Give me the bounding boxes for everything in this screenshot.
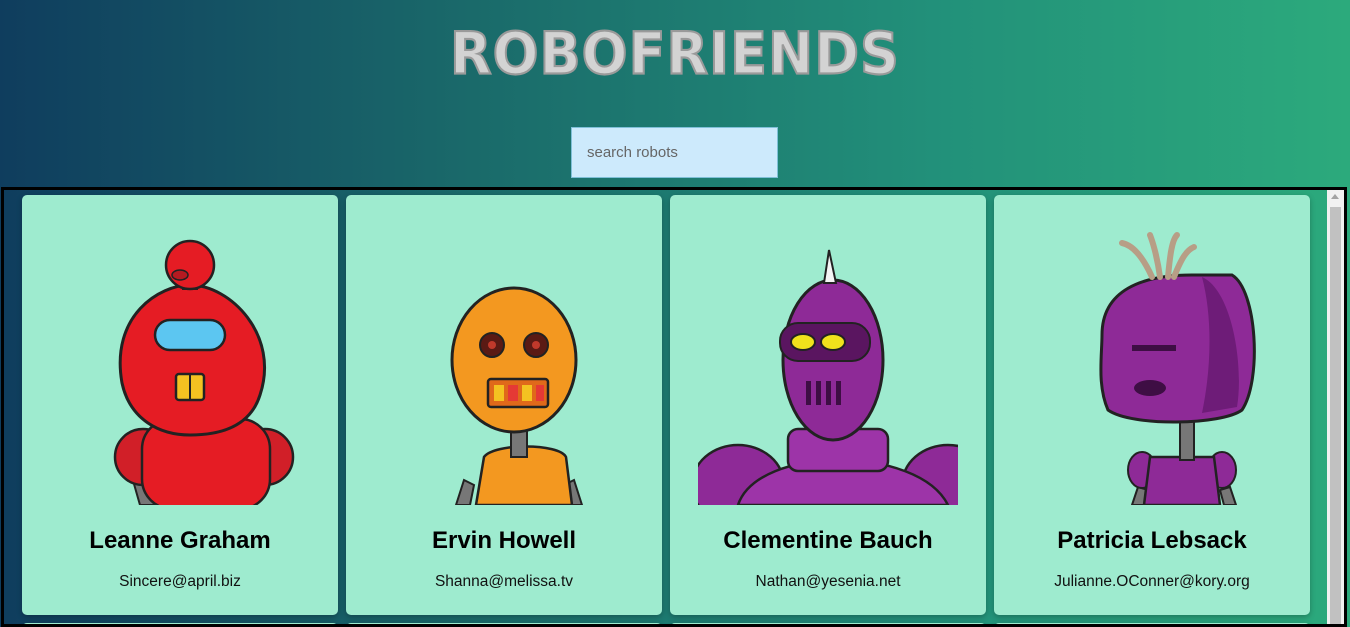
- orange-robot-icon: [450, 286, 584, 505]
- robot-card[interactable]: Leanne Graham Sincere@april.biz: [22, 195, 338, 615]
- purple-robot-icon: [1099, 232, 1256, 505]
- red-robot-icon: [113, 239, 295, 505]
- robot-card[interactable]: Ervin Howell Shanna@melissa.tv: [346, 195, 662, 615]
- vertical-scrollbar[interactable]: [1327, 190, 1344, 624]
- robot-name: Ervin Howell: [431, 527, 577, 554]
- search-input[interactable]: [571, 127, 778, 178]
- robot-email: Sincere@april.biz: [119, 573, 241, 590]
- robot-email: Nathan@yesenia.net: [755, 573, 901, 590]
- scroll-up-icon[interactable]: [1331, 194, 1339, 199]
- robot-card[interactable]: Clementine Bauch Nathan@yesenia.net: [670, 195, 986, 615]
- robot-name: Patricia Lebsack: [1057, 527, 1247, 554]
- robot-name: Clementine Bauch: [723, 527, 933, 554]
- scrollbar-thumb[interactable]: [1330, 207, 1341, 624]
- robot-email: Shanna@melissa.tv: [434, 573, 574, 590]
- app-title: ROBOFRIENDS: [449, 18, 900, 88]
- robot-card-list: Leanne Graham Sincere@april.biz Ervin Ho…: [1, 187, 1347, 627]
- header: ROBOFRIENDS: [0, 0, 1350, 188]
- robot-card[interactable]: Patricia Lebsack Julianne.OConner@kory.o…: [994, 195, 1310, 615]
- purple-robot-icon: [698, 249, 958, 505]
- robot-name: Leanne Graham: [89, 527, 271, 554]
- robot-email: Julianne.OConner@kory.org: [1054, 573, 1250, 590]
